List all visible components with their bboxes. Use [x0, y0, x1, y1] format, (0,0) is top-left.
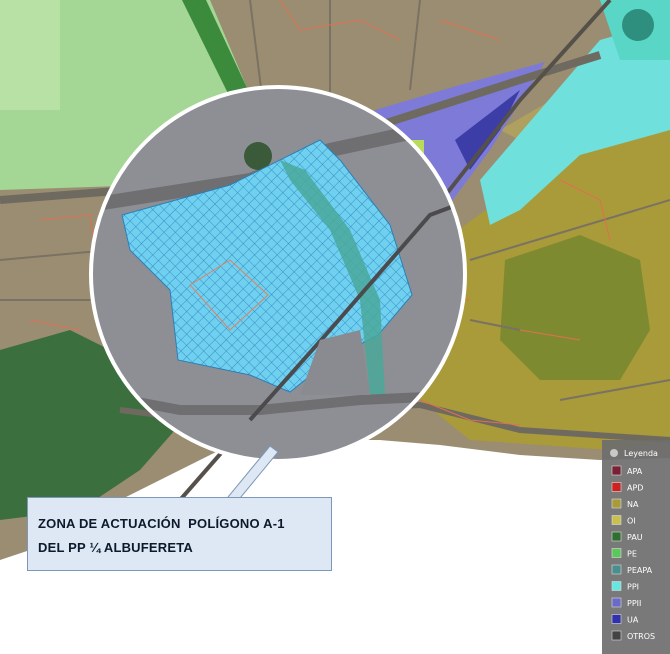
- legend-swatch-ua: [611, 614, 622, 624]
- legend: Leyenda APA APD NA OI PAU PE PEAPA PPI PPII UA OTR…: [602, 440, 670, 654]
- callout-line-1: ZONA DE ACTUACIÓN POLÍGONO A-1: [38, 516, 285, 531]
- zoning-map[interactable]: Leyenda APA APD NA OI PAU PE PEAPA PPI PPII UA OTR…: [0, 0, 670, 654]
- legend-label-peapa: PEAPA: [627, 566, 653, 575]
- legend-icon: [610, 449, 618, 457]
- legend-label-na: NA: [627, 500, 639, 509]
- legend-label-pau: PAU: [627, 533, 643, 542]
- legend-swatch-pe: [611, 548, 622, 558]
- legend-label-pe: PE: [627, 550, 637, 559]
- callout-box: ZONA DE ACTUACIÓN POLÍGONO A-1 DEL PP ¼ …: [27, 497, 332, 571]
- legend-title: Leyenda: [624, 449, 658, 458]
- legend-swatch-peapa: [611, 564, 622, 575]
- legend-swatch-otros: [611, 630, 622, 641]
- zone-pau-parcel: [500, 235, 650, 380]
- legend-label-oi: OI: [627, 517, 636, 526]
- legend-label-ua: UA: [627, 616, 639, 625]
- legend-label-ppii: PPII: [627, 599, 641, 608]
- legend-swatch-ppii: [611, 597, 622, 608]
- legend-label-apa: APA: [627, 467, 643, 476]
- legend-label-ppi: PPI: [627, 583, 639, 592]
- zone-pe-strip: [0, 0, 60, 110]
- legend-swatch-oi: [611, 515, 622, 525]
- legend-swatch-apa: [611, 465, 622, 476]
- callout-line-2: DEL PP ¼ ALBUFERETA: [38, 540, 194, 555]
- legend-label-otros: OTROS: [627, 632, 655, 641]
- legend-swatch-ppi: [611, 581, 622, 591]
- legend-swatch-apd: [611, 482, 622, 492]
- roundabout: [622, 9, 654, 41]
- legend-swatch-pau: [611, 531, 622, 542]
- legend-swatch-na: [611, 498, 622, 509]
- legend-label-apd: APD: [627, 484, 643, 493]
